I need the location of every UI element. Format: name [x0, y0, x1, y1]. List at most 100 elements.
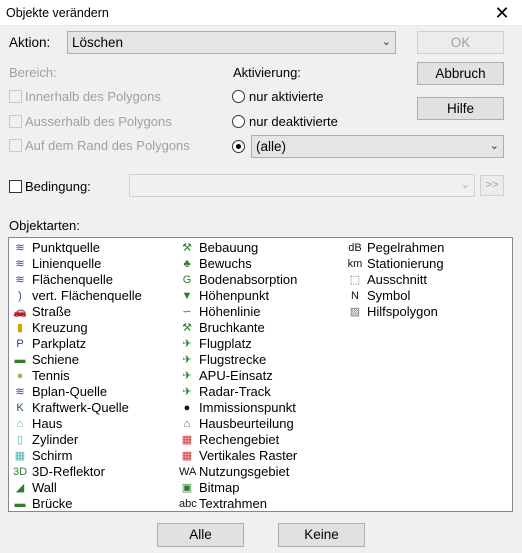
nur-aktivierte-label: nur aktivierte — [249, 89, 324, 104]
list-item[interactable]: ▮ Kreuzung — [12, 320, 142, 336]
objektart-icon: dB — [348, 242, 362, 254]
objektart-label: Bodenabsorption — [199, 272, 298, 287]
list-item[interactable]: dB Pegelrahmen — [347, 240, 444, 256]
ausserhalb-checkbox[interactable] — [9, 115, 22, 128]
objektart-icon: ⌂ — [183, 418, 191, 430]
objektart-label: Straße — [32, 304, 72, 319]
list-item[interactable]: ⌂ Hausbeurteilung — [179, 416, 297, 432]
objektart-icon: ▨ — [349, 306, 361, 318]
ok-button[interactable]: OK — [417, 31, 504, 54]
list-item[interactable]: ) vert. Flächenquelle — [12, 288, 142, 304]
nur-deaktivierte-label: nur deaktivierte — [249, 114, 338, 129]
list-item[interactable]: ≋ Linienquelle — [12, 256, 142, 272]
objektart-label: Parkplatz — [32, 336, 87, 351]
objektart-icon: ▦ — [181, 450, 193, 462]
aktion-select[interactable]: Löschen ⌄ — [67, 31, 396, 54]
list-item[interactable]: ⬚ Ausschnitt — [347, 272, 444, 288]
bedingung-select[interactable]: ⌄ — [129, 174, 475, 197]
more-button[interactable]: >> — [480, 175, 504, 196]
objektart-icon: ▮ — [16, 322, 24, 334]
objektart-label: Pegelrahmen — [367, 240, 445, 255]
innerhalb-label: Innerhalb des Polygons — [25, 89, 161, 104]
list-item[interactable]: ▦ Schirm — [12, 448, 142, 464]
list-item[interactable]: ✈ Flugplatz — [179, 336, 297, 352]
objektart-label: Vertikales Raster — [199, 448, 298, 463]
objektart-label: Bplan-Quelle — [32, 384, 108, 399]
objektart-label: Flugplatz — [199, 336, 252, 351]
list-item[interactable]: ▣ Bitmap — [179, 480, 297, 496]
objektart-label: Textrahmen — [199, 496, 267, 511]
close-icon[interactable]: ✕ — [491, 2, 513, 24]
objektart-icon: ⌂ — [16, 418, 24, 430]
list-item[interactable]: ✈ Radar-Track — [179, 384, 297, 400]
list-item[interactable]: ● Immissionspunkt — [179, 400, 297, 416]
list-item[interactable]: ● Tennis — [12, 368, 142, 384]
objektart-label: Höhenpunkt — [199, 288, 270, 303]
list-item[interactable]: ⚒ Bruchkante — [179, 320, 297, 336]
abbruch-button[interactable]: Abbruch — [417, 62, 504, 85]
list-item[interactable]: ≋ Bplan-Quelle — [12, 384, 142, 400]
innerhalb-checkbox[interactable] — [9, 90, 22, 103]
objektart-icon: ● — [16, 370, 24, 382]
list-item[interactable]: ◢ Wall — [12, 480, 142, 496]
list-item[interactable]: ▦ Rechengebiet — [179, 432, 297, 448]
list-item[interactable]: ≋ Punktquelle — [12, 240, 142, 256]
objektarten-column-1: ≋ Punktquelle ≋ Linienquelle ≋ Flächenquelle)… — [12, 240, 142, 511]
chevron-down-icon: ⌄ — [489, 140, 499, 152]
chevron-down-icon: ⌄ — [460, 179, 470, 191]
objektart-icon: ≋ — [15, 274, 25, 286]
objektart-icon: WA — [179, 466, 197, 478]
list-item[interactable]: 3D 3D-Reflektor — [12, 464, 142, 480]
list-item[interactable]: abc Textrahmen — [179, 496, 297, 511]
list-item[interactable]: ♣ Bewuchs — [179, 256, 297, 272]
objektart-label: Linienquelle — [32, 256, 102, 271]
nur-deaktivierte-radio[interactable] — [232, 115, 245, 128]
objektart-label: 3D-Reflektor — [32, 464, 105, 479]
objektart-icon: ● — [183, 402, 191, 414]
objektart-icon: ▬ — [14, 498, 26, 510]
nur-aktivierte-radio[interactable] — [232, 90, 245, 103]
list-item[interactable]: ✈ Flugstrecke — [179, 352, 297, 368]
alle-button[interactable]: Alle — [157, 523, 244, 547]
objektart-icon: ⚒ — [182, 322, 192, 334]
objektart-icon: ▬ — [14, 354, 26, 366]
list-item[interactable]: 🚗 Straße — [12, 304, 142, 320]
list-item[interactable]: ⌂ Haus — [12, 416, 142, 432]
list-item[interactable]: ▨ Hilfspolygon — [347, 304, 444, 320]
list-item[interactable]: K Kraftwerk-Quelle — [12, 400, 142, 416]
list-item[interactable]: ∽ Höhenlinie — [179, 304, 297, 320]
aktion-label: Aktion: — [9, 35, 51, 50]
keine-button[interactable]: Keine — [278, 523, 365, 547]
bedingung-checkbox[interactable] — [9, 180, 22, 193]
objektarten-column-3: dB Pegelrahmen km Stationierung ⬚ Ausschnitt N… — [347, 240, 445, 320]
list-item[interactable]: G Bodenabsorption — [179, 272, 298, 288]
objektart-label: Symbol — [367, 288, 411, 303]
objektart-icon: ▦ — [181, 434, 193, 446]
list-item[interactable]: ▼ Höhenpunkt — [179, 288, 297, 304]
objektart-icon: ⬚ — [349, 274, 361, 286]
objektart-label: Tennis — [32, 368, 70, 383]
list-item[interactable]: ▯ Zylinder — [12, 432, 142, 448]
objektart-label: Wall — [32, 480, 57, 495]
list-item[interactable]: ✈ APU-Einsatz — [179, 368, 297, 384]
list-item[interactable]: km Stationierung — [347, 256, 444, 272]
aktivierung-select[interactable]: (alle) ⌄ — [251, 135, 504, 158]
list-item[interactable]: ▬ Brücke — [12, 496, 142, 511]
objektarten-list[interactable]: ≋ Punktquelle ≋ Linienquelle ≋ Flächenquelle)… — [8, 237, 513, 512]
list-item[interactable]: WA Nutzungsgebiet — [179, 464, 297, 480]
list-item[interactable]: ⚒ Bebauung — [179, 240, 297, 256]
ausserhalb-label: Ausserhalb des Polygons — [25, 114, 172, 129]
alle-radio[interactable] — [232, 140, 245, 153]
rand-checkbox[interactable] — [9, 139, 22, 152]
objektart-label: Schirm — [32, 448, 73, 463]
list-item[interactable]: ≋ Flächenquelle — [12, 272, 142, 288]
aktivierung-label: Aktivierung: — [233, 65, 301, 80]
list-item[interactable]: N Symbol — [347, 288, 444, 304]
list-item[interactable]: P Parkplatz — [12, 336, 142, 352]
list-item[interactable]: ▬ Schiene — [12, 352, 142, 368]
objektart-icon: ⚒ — [182, 242, 192, 254]
hilfe-button[interactable]: Hilfe — [417, 97, 504, 120]
objektart-icon: ✈ — [182, 386, 192, 398]
objektart-label: vert. Flächenquelle — [32, 288, 142, 303]
list-item[interactable]: ▦ Vertikales Raster — [179, 448, 297, 464]
